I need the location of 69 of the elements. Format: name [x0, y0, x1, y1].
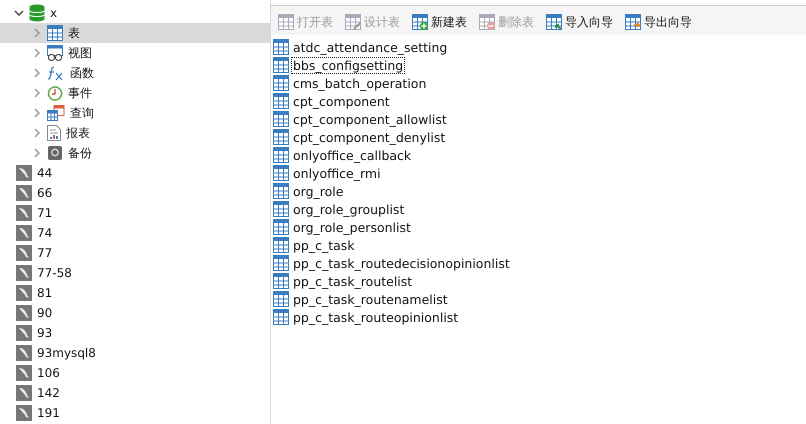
table-name[interactable]: cms_batch_operation: [291, 74, 428, 92]
table-name[interactable]: bbs_configsetting: [291, 56, 406, 74]
chevron-down-icon[interactable]: [14, 8, 24, 18]
toolbar-button[interactable]: 导出向导: [623, 14, 694, 30]
connection-item[interactable]: 71: [37, 206, 52, 220]
tree-item[interactable]: 表: [68, 24, 80, 42]
table-name[interactable]: pp_c_task: [291, 236, 357, 254]
table-remove-icon: [479, 14, 495, 30]
tree-item[interactable]: 函数: [70, 64, 94, 82]
table-name[interactable]: cpt_component_allowlist: [291, 110, 449, 128]
connection-item[interactable]: 106: [37, 366, 60, 380]
table-add-icon: [412, 14, 428, 30]
connection-item[interactable]: 66: [37, 186, 52, 200]
connection-icon: [16, 265, 32, 281]
clock-icon: [47, 85, 63, 101]
report-icon: [47, 125, 61, 141]
table-name[interactable]: cpt_component_denylist: [291, 128, 448, 146]
connection-item[interactable]: 90: [37, 306, 52, 320]
connection-icon: [16, 165, 32, 181]
table-name[interactable]: org_role: [291, 182, 346, 200]
table-import-icon: [546, 14, 562, 30]
table-pencil-icon: [345, 14, 361, 30]
connection-icon: [16, 365, 32, 381]
connection-icon: [16, 245, 32, 261]
query-icon: [47, 105, 65, 121]
connection-icon: [16, 305, 32, 321]
tree-item[interactable]: 查询: [70, 104, 94, 122]
table-name[interactable]: pp_c_task_routelist: [291, 272, 414, 290]
table-name[interactable]: org_role_grouplist: [291, 200, 406, 218]
connection-icon: [16, 385, 32, 401]
tree-item[interactable]: 报表: [66, 124, 90, 142]
tree-item-highlight[interactable]: 表: [0, 23, 270, 43]
connection-item[interactable]: 81: [37, 286, 52, 300]
table-name[interactable]: pp_c_task_routenamelist: [291, 290, 450, 308]
connection-icon: [16, 405, 32, 421]
table-name[interactable]: onlyoffice_rmi: [291, 164, 383, 182]
connection-item[interactable]: 93mysql8: [37, 346, 96, 360]
connection-item[interactable]: 142: [37, 386, 60, 400]
tree-item[interactable]: 备份: [68, 144, 92, 162]
table-name[interactable]: pp_c_task_routedecisionopinionlist: [291, 254, 512, 272]
connection-icon: [16, 325, 32, 341]
backup-icon: [47, 145, 63, 161]
table-icon: [278, 14, 294, 30]
table-name[interactable]: cpt_component: [291, 92, 392, 110]
table-icon: [47, 25, 63, 41]
connection-icon: [16, 185, 32, 201]
table-name[interactable]: onlyoffice_callback: [291, 146, 414, 164]
view-icon: [47, 45, 63, 61]
table-name[interactable]: org_role_personlist: [291, 218, 413, 236]
connection-icon: [16, 285, 32, 301]
connection-icon: [16, 205, 32, 221]
table-export-icon: [625, 14, 641, 30]
database-name[interactable]: x: [50, 6, 58, 20]
connection-icon: [16, 345, 32, 361]
tree-item[interactable]: 视图: [68, 44, 92, 62]
connection-item[interactable]: 44: [37, 166, 52, 180]
connection-item[interactable]: 191: [37, 406, 60, 420]
connection-icon: [16, 225, 32, 241]
toolbar-button[interactable]: 新建表: [410, 14, 469, 30]
connection-item[interactable]: 74: [37, 226, 52, 240]
table-name[interactable]: pp_c_task_routeopinionlist: [291, 308, 460, 326]
table-name[interactable]: atdc_attendance_setting: [291, 38, 450, 56]
connection-item[interactable]: 77: [37, 246, 52, 260]
function-icon: [47, 65, 65, 81]
toolbar-button[interactable]: 导入向导: [544, 14, 615, 30]
tree-item[interactable]: 事件: [68, 84, 92, 102]
connection-item[interactable]: 93: [37, 326, 52, 340]
connection-item[interactable]: 77-58: [37, 266, 72, 280]
database-icon: [29, 4, 45, 22]
